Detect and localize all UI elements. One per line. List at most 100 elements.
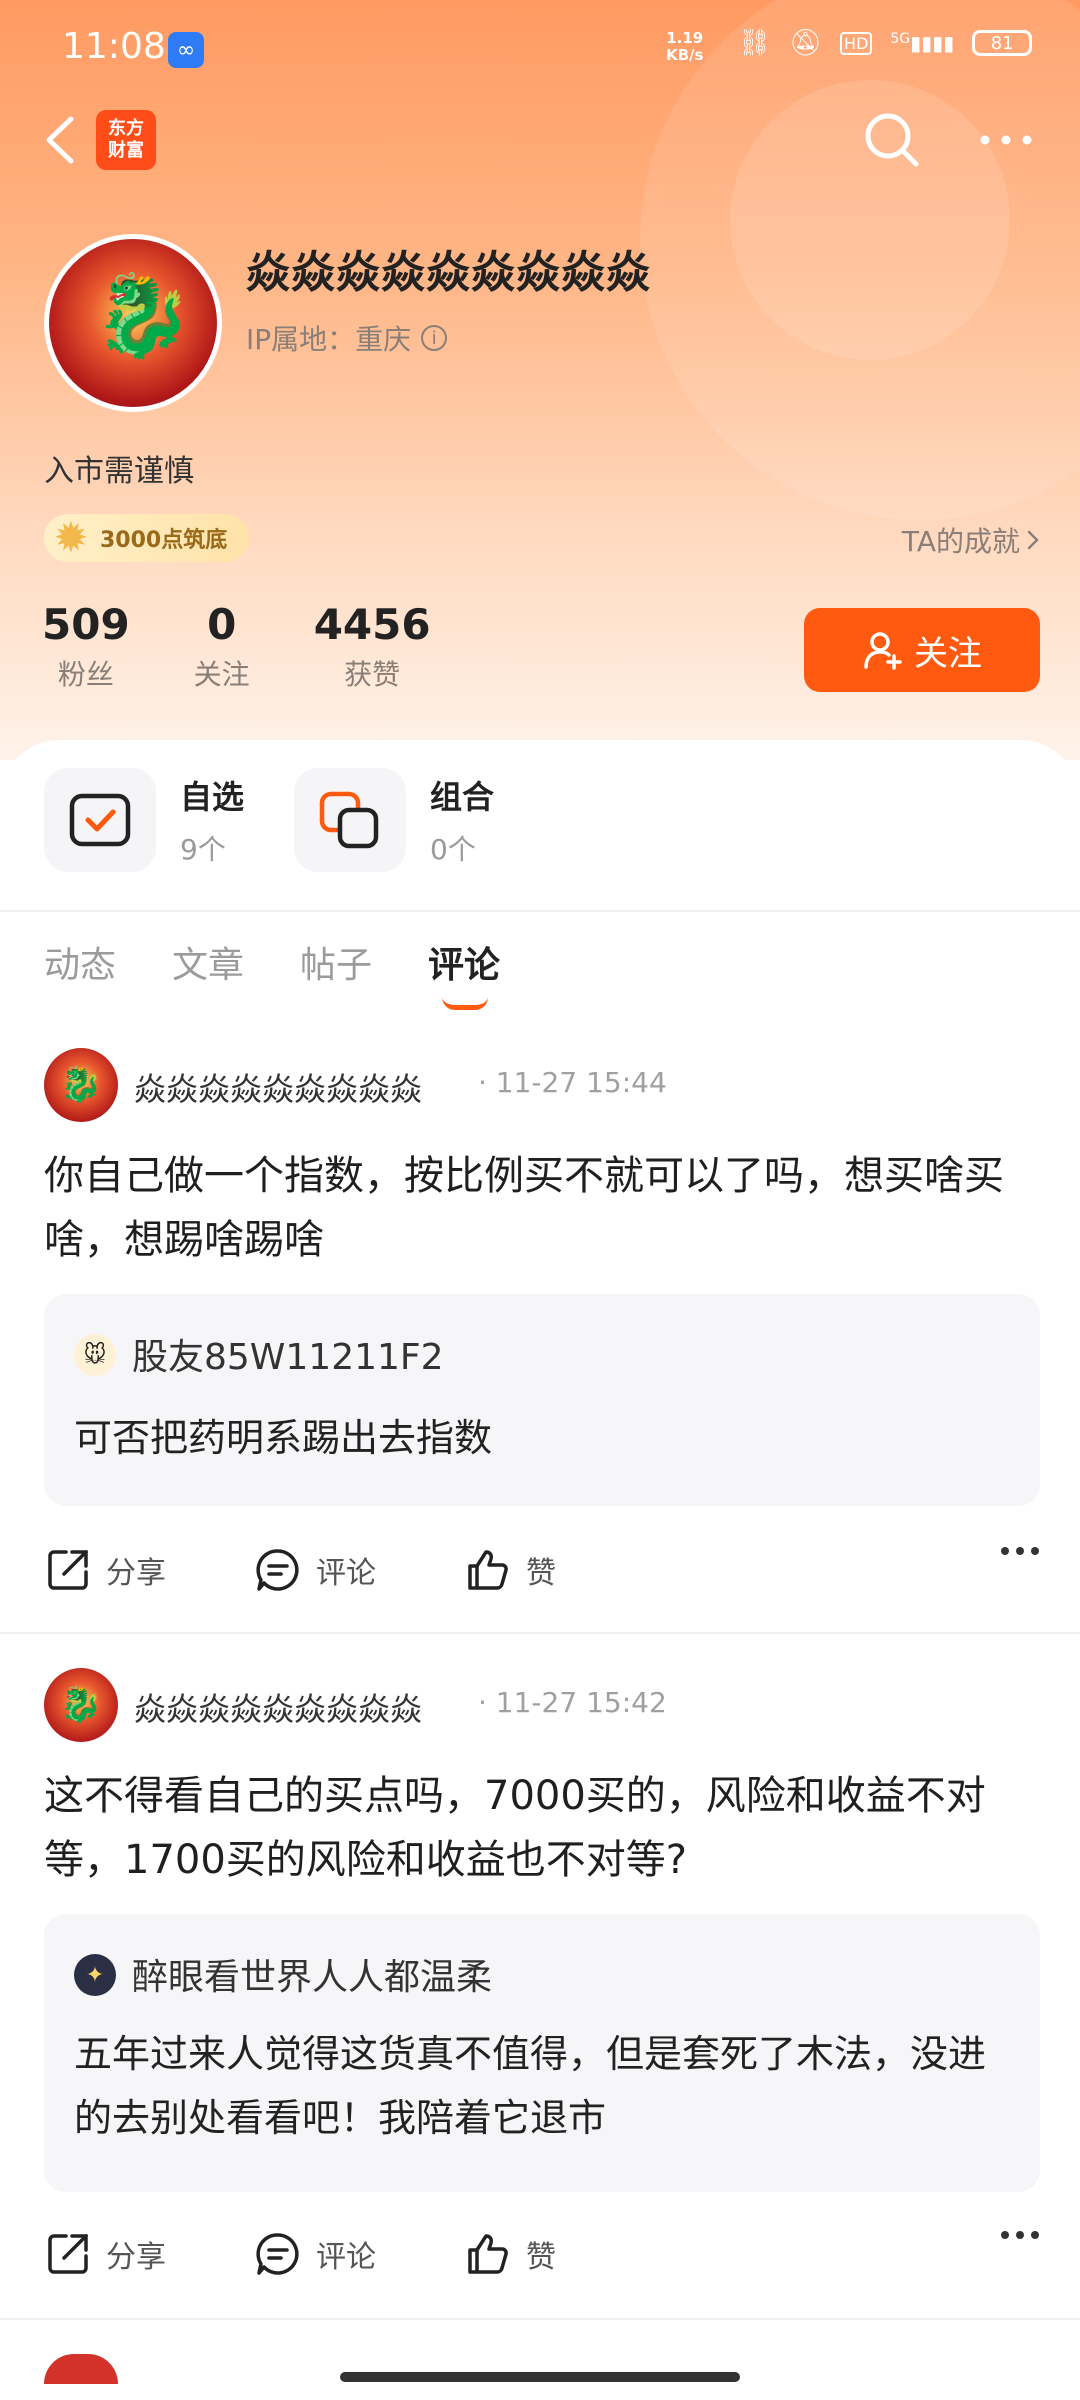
watchlist-count: 9个 (180, 833, 226, 866)
achievements-link[interactable]: TA的成就 (902, 520, 1040, 560)
author-name[interactable]: 焱焱焱焱焱焱焱焱焱 (134, 1064, 422, 1110)
more-options-button[interactable] (1000, 1546, 1040, 1556)
battery-icon: 81 (972, 30, 1033, 56)
profile-bio: 入市需谨慎 (44, 454, 194, 489)
author-name[interactable]: 焱焱焱焱焱焱焱焱焱 (134, 1684, 422, 1730)
info-icon[interactable]: i (421, 325, 448, 351)
comment-label: 评论 (316, 1556, 376, 1591)
follow-label: 关注 (914, 633, 982, 674)
like-label: 赞 (526, 2240, 556, 2275)
comment-post[interactable]: 🐉 焱焱焱焱焱焱焱焱焱 · 11-27 15:42 这不得看自己的买点吗，700… (0, 1668, 1080, 2208)
comment-icon (256, 2233, 299, 2275)
like-button[interactable]: 赞 (464, 2230, 556, 2278)
author-avatar[interactable]: 🐉 (44, 1668, 118, 1742)
back-button[interactable] (36, 112, 84, 168)
share-icon (48, 1550, 88, 1590)
portfolio-icon-box (294, 768, 406, 872)
profile-stats: 509 粉丝 0 关注 4456 获赞 (42, 600, 495, 693)
watchlist-title: 自选 (180, 778, 245, 816)
medal-label: 3000点筑底 (100, 528, 228, 553)
mute-icon: 🔕︎ (789, 28, 823, 58)
thumbs-up-icon (468, 2234, 508, 2274)
portfolio-title: 组合 (430, 778, 495, 816)
network-type: 5G (890, 31, 911, 47)
network-speed: 1.19 KB/s (666, 30, 703, 64)
signal-icon: 5G▮▮▮▮ (890, 31, 955, 55)
portfolio-shortcut[interactable]: 组合 0个 (294, 768, 494, 872)
medal-badge[interactable]: ✹ 3000点筑底 (44, 512, 250, 562)
tab-comments[interactable]: 评论 (428, 936, 500, 1010)
add-user-icon (864, 632, 902, 670)
quoted-post[interactable]: ✦ 醉眼看世界人人都温柔 五年过来人觉得这货真不值得，但是套死了木法，没进的去别… (44, 1914, 1040, 2192)
comment-button[interactable]: 评论 (254, 1546, 376, 1594)
comment-label: 评论 (316, 2240, 376, 2275)
quote-author-name: 醉眼看世界人人都温柔 (132, 1957, 493, 1998)
status-time: 11:08 (62, 26, 166, 67)
stat-value: 0 (207, 600, 237, 649)
divider (0, 2318, 1080, 2320)
share-button[interactable]: 分享 (44, 1546, 166, 1594)
dragon-image: 🐉 (93, 269, 193, 362)
share-label: 分享 (106, 2240, 166, 2275)
ip-location: IP属地：重庆 i (246, 318, 448, 358)
quote-author-avatar: 🐭 (74, 1334, 116, 1376)
app-logo: 东方 财富 (96, 110, 156, 170)
more-horizontal-icon (1001, 2231, 1039, 2239)
more-horizontal-icon (980, 135, 1032, 145)
stat-fans[interactable]: 509 粉丝 (42, 600, 130, 693)
more-button[interactable] (974, 112, 1038, 168)
more-horizontal-icon (1001, 1547, 1039, 1555)
chevron-right-icon (1027, 530, 1039, 550)
stat-value: 4456 (313, 600, 431, 649)
author-avatar[interactable]: 🐉 (44, 1048, 118, 1122)
stat-likes[interactable]: 4456 获赞 (314, 600, 431, 693)
tab-articles[interactable]: 文章 (172, 936, 244, 988)
post-text: 这不得看自己的买点吗，7000买的，风险和收益不对等，1700买的风险和收益也不… (44, 1773, 986, 1883)
status-icons: ⛓ 🔕︎ HD 5G▮▮▮▮ 81 (738, 28, 1033, 58)
share-icon (48, 2234, 88, 2274)
medal-star-icon: ✹ (53, 512, 89, 562)
post-time: · 11-27 15:42 (478, 1686, 667, 1719)
tab-posts[interactable]: 帖子 (300, 936, 372, 988)
portfolio-count: 0个 (430, 833, 476, 866)
link-app-icon: ∞ (168, 32, 204, 68)
search-icon (865, 113, 919, 167)
more-options-button[interactable] (1000, 2230, 1040, 2240)
watchlist-shortcut[interactable]: 自选 9个 (44, 768, 244, 872)
share-label: 分享 (106, 1556, 166, 1591)
profile-tabs: 动态 文章 帖子 评论 (44, 936, 500, 1010)
quote-author-name: 股友85W11211F2 (132, 1337, 444, 1378)
home-indicator[interactable] (340, 2372, 740, 2382)
chevron-left-icon (46, 116, 74, 164)
like-button[interactable]: 赞 (464, 1546, 556, 1594)
quote-text: 五年过来人觉得这货真不值得，但是套死了木法，没进的去别处看看吧！我陪着它退市 (74, 2032, 987, 2140)
stat-following[interactable]: 0 关注 (194, 600, 250, 693)
logo-line1: 东方 (108, 118, 144, 139)
comment-post[interactable]: 🐉 焱焱焱焱焱焱焱焱焱 · 11-27 15:44 你自己做一个指数，按比例买不… (0, 1048, 1080, 1506)
stat-label: 获赞 (344, 658, 401, 691)
network-speed-value: 1.19 (666, 29, 704, 47)
quoted-post[interactable]: 🐭 股友85W11211F2 可否把药明系踢出去指数 (44, 1294, 1040, 1506)
network-speed-unit: KB/s (666, 46, 704, 64)
achievements-label: TA的成就 (901, 525, 1020, 558)
post-actions: 分享 评论 赞 (44, 1546, 1040, 1606)
portfolio-icon (319, 791, 379, 849)
comment-icon (256, 1549, 299, 1591)
thumbs-up-icon (468, 1550, 508, 1590)
status-bar: 11:08 ∞ 1.19 KB/s ⛓ 🔕︎ HD 5G▮▮▮▮ 81 (0, 0, 1080, 100)
comment-button[interactable]: 评论 (254, 2230, 376, 2278)
quote-author-avatar: ✦ (74, 1954, 116, 1996)
profile-avatar[interactable]: 🐉 (44, 234, 222, 412)
follow-button[interactable]: 关注 (804, 608, 1040, 692)
share-button[interactable]: 分享 (44, 2230, 166, 2278)
post-actions: 分享 评论 赞 (44, 2230, 1040, 2290)
post-text: 你自己做一个指数，按比例买不就可以了吗，想买啥买啥，想踢啥踢啥 (44, 1153, 1004, 1263)
logo-line2: 财富 (108, 140, 144, 161)
watchlist-icon-box (44, 768, 156, 872)
tab-activity[interactable]: 动态 (44, 936, 116, 988)
link-icon: ⛓ (738, 28, 772, 58)
search-button[interactable] (860, 108, 924, 172)
hd-icon: HD (840, 31, 873, 55)
checkbox-icon (69, 793, 131, 847)
stat-label: 粉丝 (57, 658, 114, 691)
